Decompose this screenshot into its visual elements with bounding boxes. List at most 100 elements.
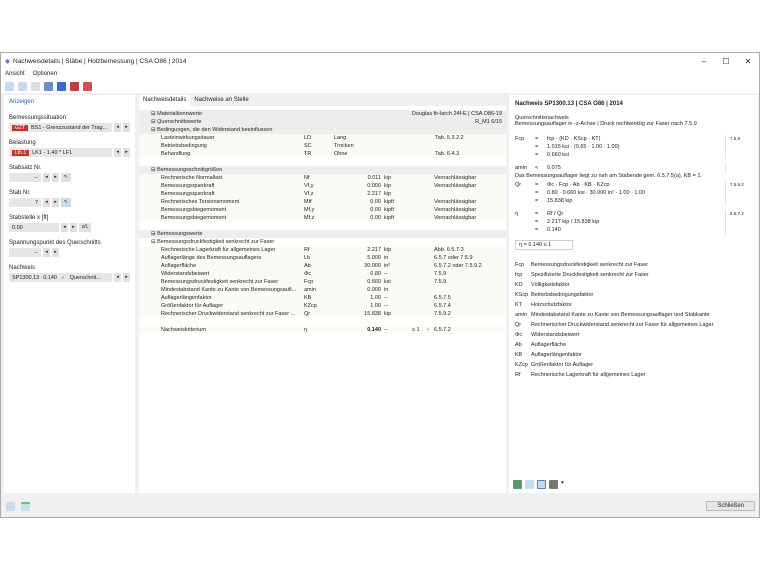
print-icon[interactable] xyxy=(549,480,558,489)
set-select[interactable]: -- xyxy=(9,173,41,182)
group-row[interactable]: ⊟ Bedingungen, die den Widerstand beeinf… xyxy=(139,126,506,134)
legend-item: KB Auflagerlängenfaktor xyxy=(515,350,752,360)
legend-symbol: amin xyxy=(515,312,527,318)
row-value: Ohne xyxy=(334,151,348,157)
filter-icon[interactable] xyxy=(83,81,92,91)
row-name: Nachweiskriterium xyxy=(161,327,206,333)
equation-reference xyxy=(725,197,752,205)
legend-symbol: fcp xyxy=(515,272,523,278)
situation-select[interactable]: GZT BS1 - Grenzzustand der Trag... xyxy=(9,123,113,132)
next-button[interactable]: ▸ xyxy=(123,123,130,132)
tab-nachweise-an-stelle[interactable]: Nachweise an Stelle xyxy=(190,95,252,106)
legend-item: KT Holzschutzfaktor xyxy=(515,300,752,310)
row-name-text: Querschnittswerte xyxy=(157,119,202,125)
section-anzeigen: Anzeigen xyxy=(9,99,35,105)
select-alt-icon[interactable] xyxy=(18,81,27,91)
next-button[interactable]: ▸ xyxy=(52,248,59,257)
group-row[interactable]: ⊟ Bemessungsschnittgrößen xyxy=(139,166,506,174)
menu-optionen[interactable]: Optionen xyxy=(33,71,57,77)
stress-point-select[interactable]: -- xyxy=(9,248,41,257)
row-symbol: TR xyxy=(304,151,312,157)
row-limit xyxy=(412,270,434,278)
tab-nachweisdetails[interactable]: Nachweisdetails xyxy=(139,95,191,106)
export-icon[interactable] xyxy=(513,480,522,489)
disabled-tool-icon[interactable] xyxy=(31,81,40,91)
member-select[interactable]: 7 xyxy=(9,198,41,207)
print-dropdown-icon[interactable]: ▾ xyxy=(561,480,564,489)
list-icon[interactable] xyxy=(525,480,534,489)
row-symbol: Qr xyxy=(304,311,311,317)
select-icon[interactable] xyxy=(5,81,14,91)
group-row[interactable]: ⊟ Materialkennwerte Douglas fir-larch 24f… xyxy=(139,110,506,118)
row-limit xyxy=(412,214,434,222)
row-name: ⊟ Bedingungen, die den Widerstand beeinf… xyxy=(139,126,304,134)
title-bar: ◆ Nachweisdetails | Stäbe | Holzbemessun… xyxy=(1,53,759,69)
row-ref: 7.5.9.2 xyxy=(434,311,451,317)
axis-icon[interactable] xyxy=(44,81,53,91)
prev-button[interactable]: ◂ xyxy=(61,223,68,232)
units-icon[interactable] xyxy=(21,501,30,511)
equation-variable xyxy=(515,218,535,226)
prev-button[interactable]: ◂ xyxy=(43,248,50,257)
row-value: 0.140 xyxy=(367,327,381,333)
row-value: 0.011 xyxy=(367,175,381,181)
legend-symbol: KZcp xyxy=(515,362,528,368)
next-button[interactable]: ▸ xyxy=(123,273,130,282)
spacer-row xyxy=(139,318,506,326)
legend-symbol: KD xyxy=(515,282,523,288)
equation-line: = 2.217 kip / 15.838 kip xyxy=(515,218,752,226)
prev-button[interactable]: ◂ xyxy=(43,198,50,207)
close-window-button[interactable]: ✕ xyxy=(737,57,759,66)
equation-operator: = xyxy=(535,219,539,225)
next-button[interactable]: ▸ xyxy=(52,198,59,207)
equation-variable xyxy=(515,151,535,159)
row-name: Lasteinwirkungsdauer xyxy=(161,135,215,141)
formula-panel: Nachweis SP1300.13 | CSA O86 | 2014 Quer… xyxy=(509,95,758,493)
load-select[interactable]: Lth.1 LK1 - 1.40 * LF1 xyxy=(9,148,113,157)
info-icon[interactable] xyxy=(57,81,66,91)
legend-text: Mindestabstand Kante zu Kante von Bemess… xyxy=(531,312,710,318)
maximize-button[interactable]: ☐ xyxy=(715,57,737,66)
prev-button[interactable]: ◂ xyxy=(114,148,122,157)
menu-ansicht[interactable]: Ansicht xyxy=(5,71,25,77)
pick-icon[interactable]: ↖ xyxy=(61,173,71,182)
prev-button[interactable]: ◂ xyxy=(114,123,122,132)
group-row[interactable]: ⊟ Querschnittswerte R_M1 6/15 xyxy=(139,118,506,126)
equation-variable: Qr xyxy=(515,182,522,188)
row-ref: Tab. 5.3.2.2 xyxy=(435,135,464,141)
row-name: ⊟ Querschnittswerte xyxy=(139,118,304,126)
load-badge: Lth.1 xyxy=(12,149,30,156)
minimize-button[interactable]: – xyxy=(693,57,715,66)
info-red-icon[interactable] xyxy=(70,81,79,91)
check-ratio: 0.140 xyxy=(43,274,57,281)
fit-icon[interactable] xyxy=(537,480,546,489)
close-button[interactable]: Schließen xyxy=(706,501,755,511)
prev-button[interactable]: ◂ xyxy=(114,273,122,282)
group-row[interactable]: ⊟ Bemessungswerte xyxy=(139,230,506,238)
row-name: Rechnerische Normallast xyxy=(161,175,223,181)
next-button[interactable]: ▸ xyxy=(52,173,59,182)
equation-expression: Rf / Qr xyxy=(547,211,564,217)
equation-variable xyxy=(515,143,535,151)
equation-expression: 1.015 ksi · (0.65 · 1.00 · 1.00) xyxy=(547,144,620,150)
check-select[interactable]: SP1300.13 0.140 ✓ Querschnit... xyxy=(9,273,113,282)
check-type: Querschnit... xyxy=(69,274,101,281)
location-select[interactable]: 0.00 xyxy=(9,223,59,232)
equation-expression: fcp · (KD · KScp · KT) xyxy=(547,136,601,142)
next-button[interactable]: ▸ xyxy=(123,148,130,157)
relative-location-icon[interactable]: x/L xyxy=(79,223,91,232)
table-row: Auflagerlängenfaktor KB 1.00 -- 6.5.7.5 xyxy=(139,294,506,302)
pick-member-icon[interactable]: ↖ xyxy=(61,198,71,207)
equation-line: = 0.660 ksi xyxy=(515,151,752,159)
help-icon[interactable] xyxy=(6,501,15,511)
row-value: 0.000 xyxy=(367,287,381,293)
group-row[interactable]: ⊟ Bemessungsdruckfestigkeit senkrecht zu… xyxy=(139,238,506,246)
check-id: SP1300.13 xyxy=(12,274,40,281)
next-button[interactable]: ▸ xyxy=(70,223,77,232)
row-symbol: Lb xyxy=(304,255,311,261)
equation-operator: < xyxy=(535,165,539,171)
row-unit: in² xyxy=(384,263,391,269)
row-ref: Douglas fir-larch 24f-E | CSA O86-19 xyxy=(411,111,502,117)
row-unit: kip xyxy=(384,247,392,253)
prev-button[interactable]: ◂ xyxy=(43,173,50,182)
